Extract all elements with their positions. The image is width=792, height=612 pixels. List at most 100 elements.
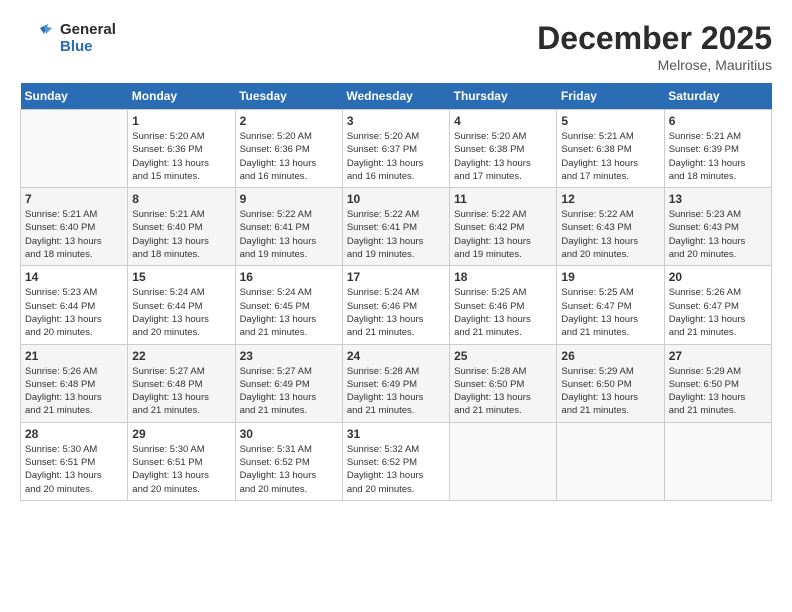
day-info: Sunrise: 5:24 AM Sunset: 6:46 PM Dayligh… (347, 286, 445, 339)
day-info: Sunrise: 5:26 AM Sunset: 6:48 PM Dayligh… (25, 365, 123, 418)
day-info: Sunrise: 5:20 AM Sunset: 6:36 PM Dayligh… (132, 130, 230, 183)
calendar-cell: 9 Sunrise: 5:22 AM Sunset: 6:41 PM Daylig… (235, 188, 342, 266)
header-friday: Friday (557, 83, 664, 110)
calendar-table: SundayMondayTuesdayWednesdayThursdayFrid… (20, 83, 772, 501)
day-info: Sunrise: 5:30 AM Sunset: 6:51 PM Dayligh… (132, 443, 230, 496)
day-info: Sunrise: 5:23 AM Sunset: 6:44 PM Dayligh… (25, 286, 123, 339)
day-info: Sunrise: 5:27 AM Sunset: 6:49 PM Dayligh… (240, 365, 338, 418)
logo-blue: Blue (60, 38, 116, 55)
calendar-cell: 7 Sunrise: 5:21 AM Sunset: 6:40 PM Daylig… (21, 188, 128, 266)
logo-general: General (60, 21, 116, 38)
day-info: Sunrise: 5:21 AM Sunset: 6:39 PM Dayligh… (669, 130, 767, 183)
day-number: 30 (240, 427, 338, 441)
day-info: Sunrise: 5:21 AM Sunset: 6:40 PM Dayligh… (25, 208, 123, 261)
day-number: 10 (347, 192, 445, 206)
day-number: 5 (561, 114, 659, 128)
page-header: General Blue December 2025 Melrose, Maur… (20, 20, 772, 73)
calendar-cell (557, 422, 664, 500)
calendar-cell: 20 Sunrise: 5:26 AM Sunset: 6:47 PM Dayli… (664, 266, 771, 344)
day-number: 8 (132, 192, 230, 206)
day-number: 13 (669, 192, 767, 206)
calendar-cell (450, 422, 557, 500)
calendar-cell: 19 Sunrise: 5:25 AM Sunset: 6:47 PM Dayli… (557, 266, 664, 344)
day-info: Sunrise: 5:25 AM Sunset: 6:47 PM Dayligh… (561, 286, 659, 339)
day-number: 4 (454, 114, 552, 128)
day-info: Sunrise: 5:22 AM Sunset: 6:43 PM Dayligh… (561, 208, 659, 261)
logo: General Blue (20, 20, 116, 56)
calendar-cell: 22Sunrise: 5:27 AM Sunset: 6:48 PM Dayli… (128, 344, 235, 422)
calendar-cell: 21 Sunrise: 5:26 AM Sunset: 6:48 PM Dayli… (21, 344, 128, 422)
day-number: 31 (347, 427, 445, 441)
day-number: 29 (132, 427, 230, 441)
day-info: Sunrise: 5:32 AM Sunset: 6:52 PM Dayligh… (347, 443, 445, 496)
day-info: Sunrise: 5:25 AM Sunset: 6:46 PM Dayligh… (454, 286, 552, 339)
day-number: 1 (132, 114, 230, 128)
day-number: 28 (25, 427, 123, 441)
day-number: 14 (25, 270, 123, 284)
day-number: 17 (347, 270, 445, 284)
calendar-cell: 10Sunrise: 5:22 AM Sunset: 6:41 PM Dayli… (342, 188, 449, 266)
week-row-5: 28 Sunrise: 5:30 AM Sunset: 6:51 PM Dayli… (21, 422, 772, 500)
day-info: Sunrise: 5:28 AM Sunset: 6:49 PM Dayligh… (347, 365, 445, 418)
title-block: December 2025 Melrose, Mauritius (537, 20, 772, 73)
day-number: 20 (669, 270, 767, 284)
day-number: 23 (240, 349, 338, 363)
day-info: Sunrise: 5:21 AM Sunset: 6:38 PM Dayligh… (561, 130, 659, 183)
calendar-cell: 14 Sunrise: 5:23 AM Sunset: 6:44 PM Dayli… (21, 266, 128, 344)
header-monday: Monday (128, 83, 235, 110)
week-row-1: 1 Sunrise: 5:20 AM Sunset: 6:36 PM Daylig… (21, 110, 772, 188)
header-sunday: Sunday (21, 83, 128, 110)
day-info: Sunrise: 5:20 AM Sunset: 6:38 PM Dayligh… (454, 130, 552, 183)
week-row-4: 21 Sunrise: 5:26 AM Sunset: 6:48 PM Dayli… (21, 344, 772, 422)
day-info: Sunrise: 5:28 AM Sunset: 6:50 PM Dayligh… (454, 365, 552, 418)
day-number: 18 (454, 270, 552, 284)
day-info: Sunrise: 5:24 AM Sunset: 6:44 PM Dayligh… (132, 286, 230, 339)
header-wednesday: Wednesday (342, 83, 449, 110)
day-number: 27 (669, 349, 767, 363)
header-row: SundayMondayTuesdayWednesdayThursdayFrid… (21, 83, 772, 110)
calendar-cell: 26 Sunrise: 5:29 AM Sunset: 6:50 PM Dayli… (557, 344, 664, 422)
day-info: Sunrise: 5:22 AM Sunset: 6:42 PM Dayligh… (454, 208, 552, 261)
calendar-cell: 18 Sunrise: 5:25 AM Sunset: 6:46 PM Dayli… (450, 266, 557, 344)
day-number: 19 (561, 270, 659, 284)
day-number: 22 (132, 349, 230, 363)
header-tuesday: Tuesday (235, 83, 342, 110)
day-info: Sunrise: 5:31 AM Sunset: 6:52 PM Dayligh… (240, 443, 338, 496)
calendar-cell: 8Sunrise: 5:21 AM Sunset: 6:40 PM Daylig… (128, 188, 235, 266)
header-saturday: Saturday (664, 83, 771, 110)
calendar-cell: 11Sunrise: 5:22 AM Sunset: 6:42 PM Dayli… (450, 188, 557, 266)
calendar-cell: 29 Sunrise: 5:30 AM Sunset: 6:51 PM Dayli… (128, 422, 235, 500)
logo-bird-icon (20, 20, 56, 56)
calendar-cell: 25 Sunrise: 5:28 AM Sunset: 6:50 PM Dayli… (450, 344, 557, 422)
calendar-cell: 12Sunrise: 5:22 AM Sunset: 6:43 PM Dayli… (557, 188, 664, 266)
calendar-cell: 3Sunrise: 5:20 AM Sunset: 6:37 PM Daylig… (342, 110, 449, 188)
day-number: 15 (132, 270, 230, 284)
day-number: 26 (561, 349, 659, 363)
day-number: 6 (669, 114, 767, 128)
calendar-cell: 5 Sunrise: 5:21 AM Sunset: 6:38 PM Daylig… (557, 110, 664, 188)
day-number: 24 (347, 349, 445, 363)
calendar-cell: 16Sunrise: 5:24 AM Sunset: 6:45 PM Dayli… (235, 266, 342, 344)
day-info: Sunrise: 5:29 AM Sunset: 6:50 PM Dayligh… (561, 365, 659, 418)
day-number: 21 (25, 349, 123, 363)
calendar-cell: 23 Sunrise: 5:27 AM Sunset: 6:49 PM Dayli… (235, 344, 342, 422)
week-row-3: 14 Sunrise: 5:23 AM Sunset: 6:44 PM Dayli… (21, 266, 772, 344)
calendar-cell: 6 Sunrise: 5:21 AM Sunset: 6:39 PM Daylig… (664, 110, 771, 188)
calendar-cell: 30 Sunrise: 5:31 AM Sunset: 6:52 PM Dayli… (235, 422, 342, 500)
day-info: Sunrise: 5:26 AM Sunset: 6:47 PM Dayligh… (669, 286, 767, 339)
day-info: Sunrise: 5:29 AM Sunset: 6:50 PM Dayligh… (669, 365, 767, 418)
calendar-cell: 31 Sunrise: 5:32 AM Sunset: 6:52 PM Dayli… (342, 422, 449, 500)
calendar-cell: 4 Sunrise: 5:20 AM Sunset: 6:38 PM Daylig… (450, 110, 557, 188)
day-number: 7 (25, 192, 123, 206)
day-number: 9 (240, 192, 338, 206)
day-number: 25 (454, 349, 552, 363)
calendar-cell: 28 Sunrise: 5:30 AM Sunset: 6:51 PM Dayli… (21, 422, 128, 500)
day-info: Sunrise: 5:20 AM Sunset: 6:37 PM Dayligh… (347, 130, 445, 183)
day-info: Sunrise: 5:23 AM Sunset: 6:43 PM Dayligh… (669, 208, 767, 261)
day-info: Sunrise: 5:30 AM Sunset: 6:51 PM Dayligh… (25, 443, 123, 496)
calendar-cell: 1 Sunrise: 5:20 AM Sunset: 6:36 PM Daylig… (128, 110, 235, 188)
calendar-cell: 17 Sunrise: 5:24 AM Sunset: 6:46 PM Dayli… (342, 266, 449, 344)
day-info: Sunrise: 5:22 AM Sunset: 6:41 PM Dayligh… (240, 208, 338, 261)
day-info: Sunrise: 5:20 AM Sunset: 6:36 PM Dayligh… (240, 130, 338, 183)
calendar-cell: 27 Sunrise: 5:29 AM Sunset: 6:50 PM Dayli… (664, 344, 771, 422)
